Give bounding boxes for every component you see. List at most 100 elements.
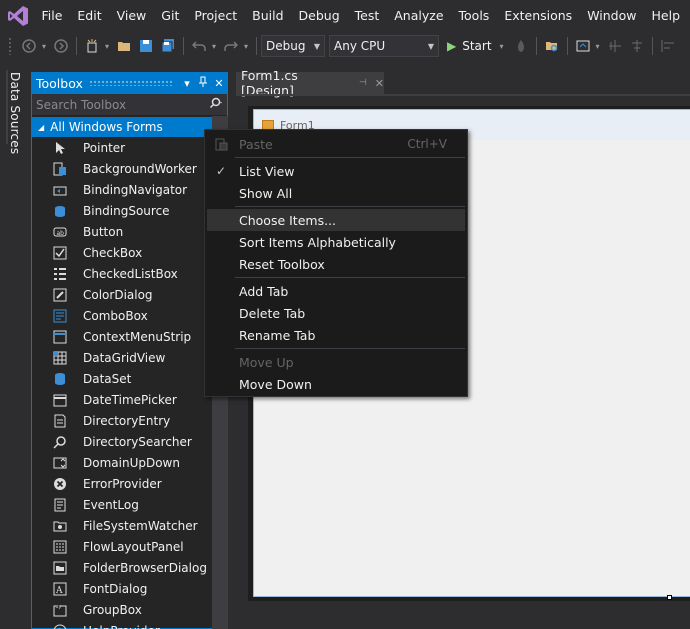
toolbox-item-fontdialog[interactable]: A FontDialog (32, 578, 227, 599)
toolbox-item-checkedlistbox[interactable]: CheckedListBox (32, 263, 227, 284)
find-in-files-icon[interactable] (543, 37, 561, 55)
menu-item-move-down[interactable]: Move Down (205, 373, 467, 395)
toolbox-item-pointer[interactable]: Pointer (32, 137, 227, 158)
menu-item-reset-toolbox[interactable]: Reset Toolbox (205, 253, 467, 275)
toolbox-item-label: ContextMenuStrip (83, 329, 192, 344)
menu-tools[interactable]: Tools (454, 0, 500, 32)
toolbar-grip[interactable] (8, 37, 12, 55)
browser-link-icon[interactable] (574, 37, 592, 55)
toolbox-item-domainupdown[interactable]: DomainUpDown (32, 452, 227, 473)
toolbox-item-eventlog[interactable]: EventLog (32, 494, 227, 515)
menu-item-move-up[interactable]: Move Up (205, 351, 467, 373)
toolbox-item-checkbox[interactable]: CheckBox (32, 242, 227, 263)
flowlayoutpanel-icon (52, 539, 68, 555)
menu-item-delete-tab[interactable]: Delete Tab (205, 302, 467, 324)
toolbox-item-label: DomainUpDown (83, 455, 180, 470)
toolbox-item-bindingsource[interactable]: BindingSource (32, 200, 227, 221)
menu-debug[interactable]: Debug (294, 0, 350, 32)
new-project-icon[interactable] (83, 37, 101, 55)
toolbox-item-datetimepicker[interactable]: DateTimePicker (32, 389, 227, 410)
align-center-icon[interactable] (628, 37, 646, 55)
save-all-icon[interactable] (159, 37, 177, 55)
toolbox-item-groupbox[interactable]: xy GroupBox (32, 599, 227, 620)
menu-item-list-view[interactable]: ✓ List View (205, 160, 467, 182)
search-icon[interactable] (209, 97, 223, 112)
toolbox-item-helpprovider[interactable]: ? HelpProvider (32, 620, 227, 629)
start-dropdown-icon[interactable]: ▾ (498, 42, 506, 51)
window-position-dropdown-icon[interactable]: ▾ (179, 77, 195, 90)
menu-separator (235, 157, 465, 158)
menu-file[interactable]: File (36, 0, 72, 32)
menu-item-sort-alphabetically[interactable]: Sort Items Alphabetically (205, 231, 467, 253)
menu-separator (235, 206, 465, 207)
datagridview-icon (52, 350, 68, 366)
menu-item-rename-tab[interactable]: Rename Tab (205, 324, 467, 346)
menu-item-choose-items[interactable]: Choose Items... (207, 209, 465, 231)
redo-dropdown-icon[interactable]: ▾ (242, 42, 250, 51)
checkbox-icon (52, 245, 68, 261)
menu-edit[interactable]: Edit (72, 0, 111, 32)
toolbox-item-bindingnavigator[interactable]: BindingNavigator (32, 179, 227, 200)
menu-git[interactable]: Git (156, 0, 189, 32)
open-folder-icon[interactable] (115, 37, 133, 55)
save-icon[interactable] (137, 37, 155, 55)
menu-item-paste[interactable]: Paste Ctrl+V (205, 133, 467, 155)
start-debugging-button[interactable]: ▶ Start ▾ (447, 39, 508, 53)
close-tab-icon[interactable]: ✕ (375, 77, 384, 90)
toolbox-item-combobox[interactable]: ComboBox (32, 305, 227, 326)
solution-platform-combo[interactable]: Any CPU ▼ (329, 35, 439, 57)
toolbox-item-directorysearcher[interactable]: DirectorySearcher (32, 431, 227, 452)
toolbox-item-directoryentry[interactable]: DirectoryEntry (32, 410, 227, 431)
toolbox-item-label: BindingNavigator (83, 182, 188, 197)
browser-dropdown-icon[interactable]: ▾ (594, 42, 602, 51)
pin-icon[interactable] (195, 76, 211, 91)
toolbox-item-dataset[interactable]: DataSet (32, 368, 227, 389)
navigate-forward-icon[interactable] (52, 37, 70, 55)
menu-window[interactable]: Window (582, 0, 646, 32)
toolbox-item-backgroundworker[interactable]: BackgroundWorker (32, 158, 227, 179)
helpprovider-icon: ? (52, 623, 68, 629)
resize-handle[interactable] (667, 595, 672, 600)
toolbox-item-label: DataGridView (83, 350, 166, 365)
start-button-label: Start (462, 39, 492, 53)
pin-tab-icon[interactable]: ⊣ (359, 78, 367, 88)
data-sources-tab[interactable]: Data Sources (8, 72, 22, 154)
align-left-icon[interactable] (659, 37, 677, 55)
menu-extensions[interactable]: Extensions (499, 0, 582, 32)
layout-grid-icon[interactable] (606, 37, 624, 55)
tab-form1-design[interactable]: Form1.cs [Design] ⊣ ✕ (236, 68, 384, 98)
toolbox-item-label: ColorDialog (83, 287, 153, 302)
toolbox-search-input[interactable] (36, 97, 186, 112)
menu-help[interactable]: Help (647, 0, 690, 32)
undo-dropdown-icon[interactable]: ▾ (210, 42, 218, 51)
toolbox-item-errorprovider[interactable]: ErrorProvider (32, 473, 227, 494)
navigate-back-icon[interactable] (20, 37, 38, 55)
back-dropdown-icon[interactable]: ▾ (40, 42, 48, 51)
toolbox-group-label: All Windows Forms (50, 120, 163, 134)
menu-item-add-tab[interactable]: Add Tab (205, 280, 467, 302)
undo-icon[interactable] (190, 37, 208, 55)
menu-view[interactable]: View (112, 0, 157, 32)
toolbox-item-colordialog[interactable]: ColorDialog (32, 284, 227, 305)
toolbox-item-folderbrowserdialog[interactable]: FolderBrowserDialog (32, 557, 227, 578)
toolbox-drag-grip[interactable] (88, 80, 173, 86)
toolbox-group-all-windows-forms[interactable]: ◢ All Windows Forms (32, 117, 227, 137)
hot-reload-icon[interactable] (512, 37, 530, 55)
toolbox-item-flowlayoutpanel[interactable]: FlowLayoutPanel (32, 536, 227, 557)
menu-test[interactable]: Test (350, 0, 390, 32)
redo-icon[interactable] (222, 37, 240, 55)
visual-studio-logo-icon[interactable] (0, 0, 36, 32)
solution-configuration-combo[interactable]: Debug ▼ (261, 35, 325, 57)
menu-build[interactable]: Build (247, 0, 293, 32)
toolbox-item-filesystemwatcher[interactable]: FileSystemWatcher (32, 515, 227, 536)
menu-analyze[interactable]: Analyze (389, 0, 453, 32)
menu-item-show-all[interactable]: Show All (205, 182, 467, 204)
toolbox-item-contextmenustrip[interactable]: ContextMenuStrip (32, 326, 227, 347)
toolbox-item-button[interactable]: ab Button (32, 221, 227, 242)
menu-item-label: Sort Items Alphabetically (239, 234, 396, 250)
close-icon[interactable]: ✕ (211, 77, 227, 90)
svg-text:A: A (55, 586, 63, 596)
new-dropdown-icon[interactable]: ▾ (103, 42, 111, 51)
menu-project[interactable]: Project (189, 0, 247, 32)
toolbox-item-datagridview[interactable]: DataGridView (32, 347, 227, 368)
